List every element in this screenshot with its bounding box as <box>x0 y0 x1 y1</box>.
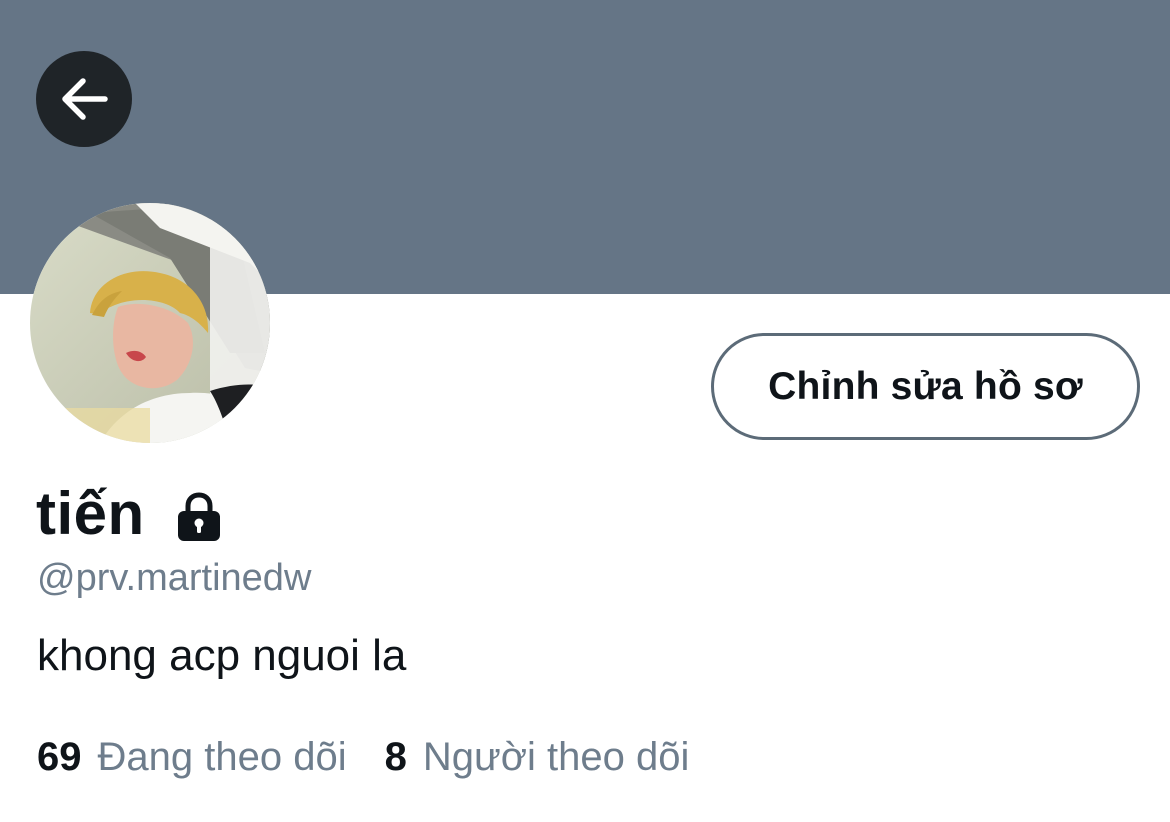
following-link[interactable]: 69 Đang theo dõi <box>37 734 347 780</box>
arrow-left-icon <box>62 78 108 120</box>
lock-icon <box>177 492 220 541</box>
back-button[interactable] <box>36 51 132 147</box>
followers-count: 8 <box>384 735 407 779</box>
avatar-photo <box>30 203 270 443</box>
display-name-row: tiến <box>36 476 223 552</box>
followers-link[interactable]: 8 Người theo dõi <box>385 734 690 780</box>
edit-profile-button[interactable]: Chỉnh sửa hồ sơ <box>711 333 1140 440</box>
following-label: Đang theo dõi <box>97 735 347 779</box>
profile-page: Chỉnh sửa hồ sơ tiến @prv.martinedw khon… <box>0 0 1170 822</box>
user-bio: khong acp nguoi la <box>37 631 407 680</box>
followers-label: Người theo dõi <box>422 735 690 779</box>
display-name: tiến <box>36 480 145 547</box>
user-handle: @prv.martinedw <box>37 557 312 599</box>
following-count: 69 <box>37 735 82 779</box>
avatar[interactable] <box>30 203 270 443</box>
follow-stats: 69 Đang theo dõi 8 Người theo dõi <box>37 734 689 780</box>
